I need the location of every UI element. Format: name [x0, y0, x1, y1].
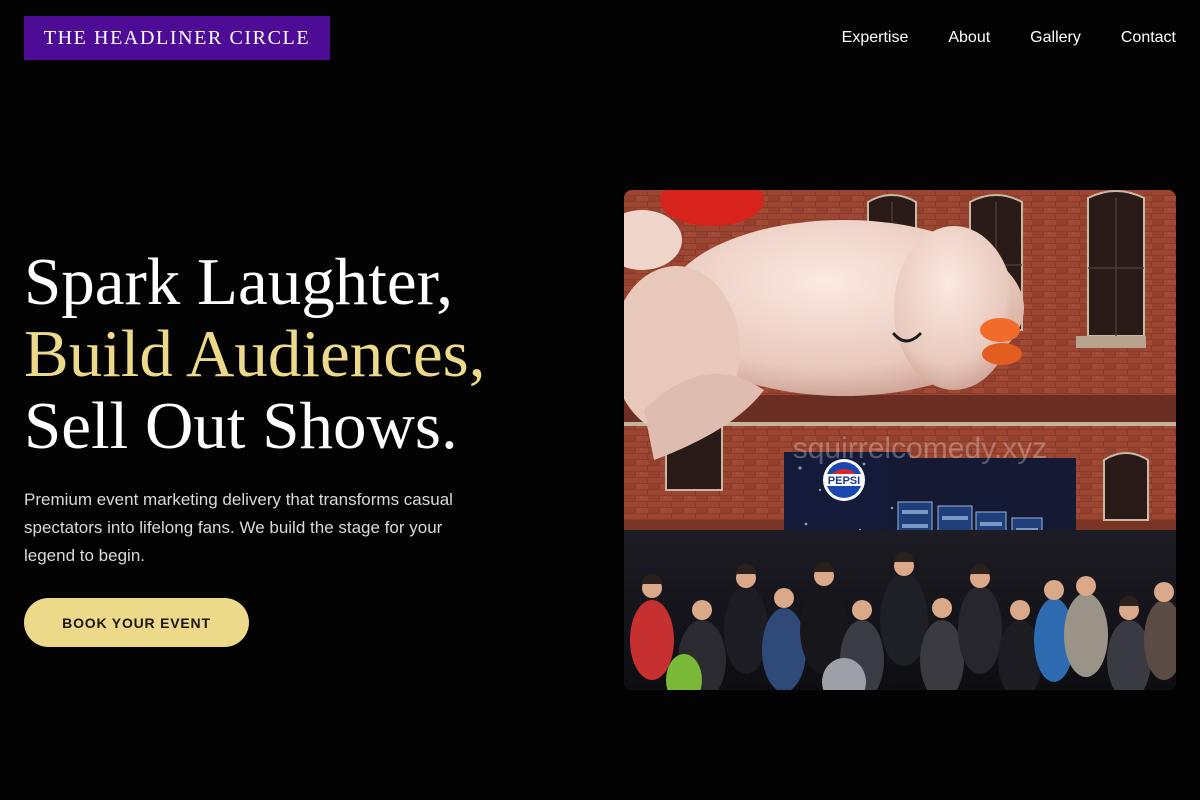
headline-line-3: Sell Out Shows. — [24, 389, 458, 463]
nav-link-contact[interactable]: Contact — [1121, 28, 1176, 48]
photo-watermark: squirrelcomedy.xyz — [793, 432, 1048, 465]
pepsi-sign-text: PEPSI — [828, 475, 860, 487]
book-event-button[interactable]: BOOK YOUR EVENT — [24, 598, 249, 647]
nav-link-expertise[interactable]: Expertise — [842, 28, 909, 48]
hero-headline: Spark Laughter, Build Audiences, Sell Ou… — [24, 246, 486, 462]
hero-description: Premium event marketing delivery that tr… — [24, 490, 453, 565]
headline-line-1: Spark Laughter, — [24, 245, 453, 319]
event-crowd-photo: PEPSI squirrelcomedy.xyz — [624, 190, 1176, 690]
main-nav: Expertise About Gallery Contact — [842, 28, 1176, 48]
site-logo[interactable]: THE HEADLINER CIRCLE — [24, 16, 330, 60]
hero-photo: PEPSI squirrelcomedy.xyz — [624, 190, 1176, 690]
headline-line-2-accent: Build Audiences, — [24, 317, 486, 391]
nav-link-about[interactable]: About — [948, 28, 990, 48]
nav-link-gallery[interactable]: Gallery — [1030, 28, 1081, 48]
